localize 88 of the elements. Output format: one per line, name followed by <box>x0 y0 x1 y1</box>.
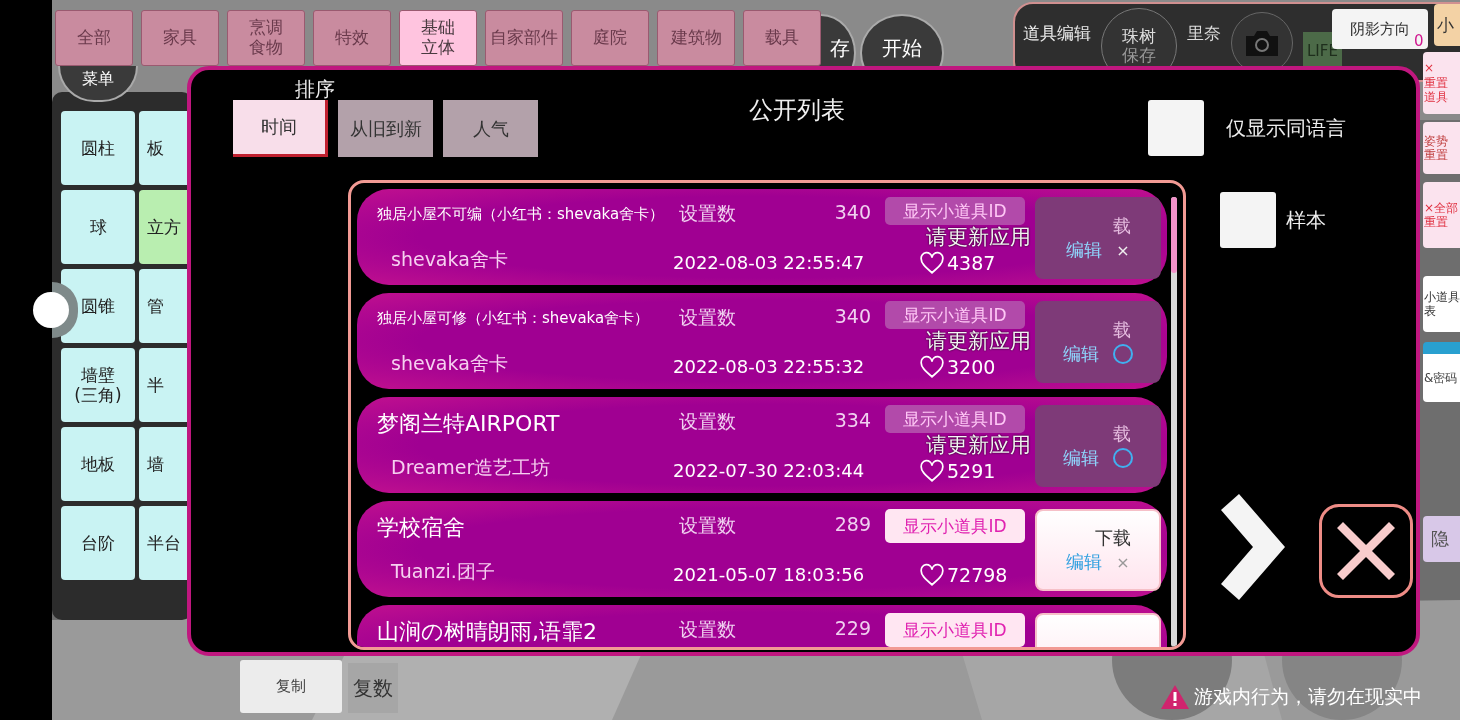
sort-button[interactable]: 从旧到新 <box>338 100 433 157</box>
side-button[interactable]: 小道具 表 <box>1423 276 1460 332</box>
panel-title: 道具编辑 <box>1023 22 1091 45</box>
checkbox-label: 仅显示同语言 <box>1226 114 1346 142</box>
side-button-label: ×全部 <box>1424 200 1459 215</box>
side-button[interactable]: 隐 <box>1423 516 1460 562</box>
close-mark: × <box>1116 552 1130 572</box>
show-id-button[interactable]: 显示小道具ID <box>885 509 1025 543</box>
item-author: shevaka舍卡 <box>390 247 509 272</box>
save-label: 保存 <box>1122 46 1156 65</box>
circle-icon <box>1113 344 1133 364</box>
like-count: 5291 <box>947 460 996 482</box>
shape-button[interactable]: 墙壁 (三角) <box>61 348 135 422</box>
sort-button[interactable]: 人气 <box>443 100 538 157</box>
like-count: 4387 <box>947 252 996 274</box>
shape-button[interactable]: 地板 <box>61 427 135 501</box>
checkbox[interactable] <box>1148 100 1204 156</box>
side-button[interactable]: ×全部 重置 <box>1423 182 1460 248</box>
shadow-value: 0 <box>1414 32 1424 50</box>
item-date: 2022-08-03 22:55:32 <box>673 356 865 379</box>
heart-icon <box>919 563 945 587</box>
multiple-button[interactable]: 复数 <box>348 663 398 713</box>
close-button[interactable] <box>1319 504 1413 598</box>
checkbox-label: 样本 <box>1286 206 1326 234</box>
item-title: 独居小屋可修（小红书：shevaka舍卡） <box>377 308 651 328</box>
sort-label: 排序 <box>295 76 335 103</box>
joystick-handle[interactable] <box>33 292 69 328</box>
download-button[interactable]: 下载 编辑 × <box>1035 509 1161 591</box>
show-id-button[interactable]: 显示小道具ID <box>885 613 1025 647</box>
update-notice: 请更新应用 <box>926 432 1031 459</box>
count-value: 334 <box>834 409 871 433</box>
side-button-label: 表 <box>1424 304 1436 319</box>
warning-text: 游戏内行为，请勿在现实中 <box>1194 684 1422 709</box>
side-button-label: 姿势 <box>1424 133 1448 148</box>
item-title: 梦阁兰特AIRPORT <box>377 410 561 438</box>
shape-button[interactable]: 圆柱 <box>61 111 135 185</box>
side-button-label: 道具 <box>1424 90 1448 105</box>
side-button[interactable]: &密码 <box>1423 342 1460 402</box>
character-name: 珠树 <box>1122 27 1156 46</box>
count-label: 设置数 <box>679 513 736 538</box>
item-author: Tuanzi.团子 <box>390 559 496 584</box>
item-date: 2022-07-30 22:03:44 <box>673 460 865 483</box>
shape-button[interactable]: 球 <box>61 190 135 264</box>
side-button-label: &密码 <box>1424 370 1458 386</box>
dialog-title: 公开列表 <box>749 95 845 126</box>
list-row[interactable]: 山涧の树晴朗雨,语霏2 设置数 229 显示小道具ID <box>357 605 1167 647</box>
count-label: 设置数 <box>679 617 736 642</box>
heart-icon <box>919 251 945 275</box>
category-tab[interactable]: 基础立体 <box>399 10 477 66</box>
scrollbar-thumb[interactable] <box>1171 197 1177 273</box>
update-notice: 请更新应用 <box>926 328 1031 355</box>
item-author: shevaka舍卡 <box>390 351 509 376</box>
count-value: 289 <box>834 513 871 537</box>
item-title: 学校宿舍 <box>377 514 466 542</box>
shape-button[interactable]: 台阶 <box>61 506 135 580</box>
side-button-label: 重置 <box>1424 215 1448 230</box>
item-date: 2022-08-03 22:55:47 <box>673 252 865 275</box>
side-button[interactable]: 姿势 重置 <box>1423 122 1460 174</box>
count-value: 340 <box>834 201 871 225</box>
side-button[interactable]: × 重置 道具 <box>1423 52 1460 114</box>
item-title: 山涧の树晴朗雨,语霏2 <box>377 618 598 646</box>
side-button-label: 重置 <box>1424 75 1448 91</box>
circle-icon <box>1113 448 1133 468</box>
small-tab[interactable]: 小 <box>1434 4 1460 46</box>
like-count: 3200 <box>947 356 996 378</box>
side-button-label: 重置 <box>1424 148 1448 163</box>
heart-icon <box>919 459 945 483</box>
count-value: 229 <box>834 617 871 641</box>
count-label: 设置数 <box>679 201 736 226</box>
count-label: 设置数 <box>679 305 736 330</box>
heart-icon <box>919 355 945 379</box>
item-date: 2021-05-07 18:03:56 <box>673 564 865 587</box>
count-label: 设置数 <box>679 409 736 434</box>
side-button-label: 小道具 <box>1424 289 1460 304</box>
item-title: 独居小屋不可编（小红书：shevaka舍卡） <box>377 204 666 224</box>
side-button-label: × <box>1424 61 1435 76</box>
warning-icon <box>1160 684 1190 710</box>
like-count: 72798 <box>947 564 1008 586</box>
count-value: 340 <box>834 305 871 329</box>
sort-button[interactable]: 时间 <box>233 100 328 157</box>
update-notice: 请更新应用 <box>926 224 1031 251</box>
item-author: Dreamer造艺工坊 <box>390 455 552 480</box>
checkbox[interactable] <box>1220 192 1276 248</box>
list-row[interactable]: 学校宿舍 Tuanzi.团子 设置数 289 2021-05-07 18:03:56 显示小道具ID 72798 下载 编辑 × <box>357 501 1167 597</box>
close-mark: × <box>1116 240 1130 260</box>
copy-button[interactable]: 复制 <box>240 660 342 713</box>
side-button-label: 隐 <box>1431 528 1449 550</box>
character-name: 里奈 <box>1187 22 1221 45</box>
